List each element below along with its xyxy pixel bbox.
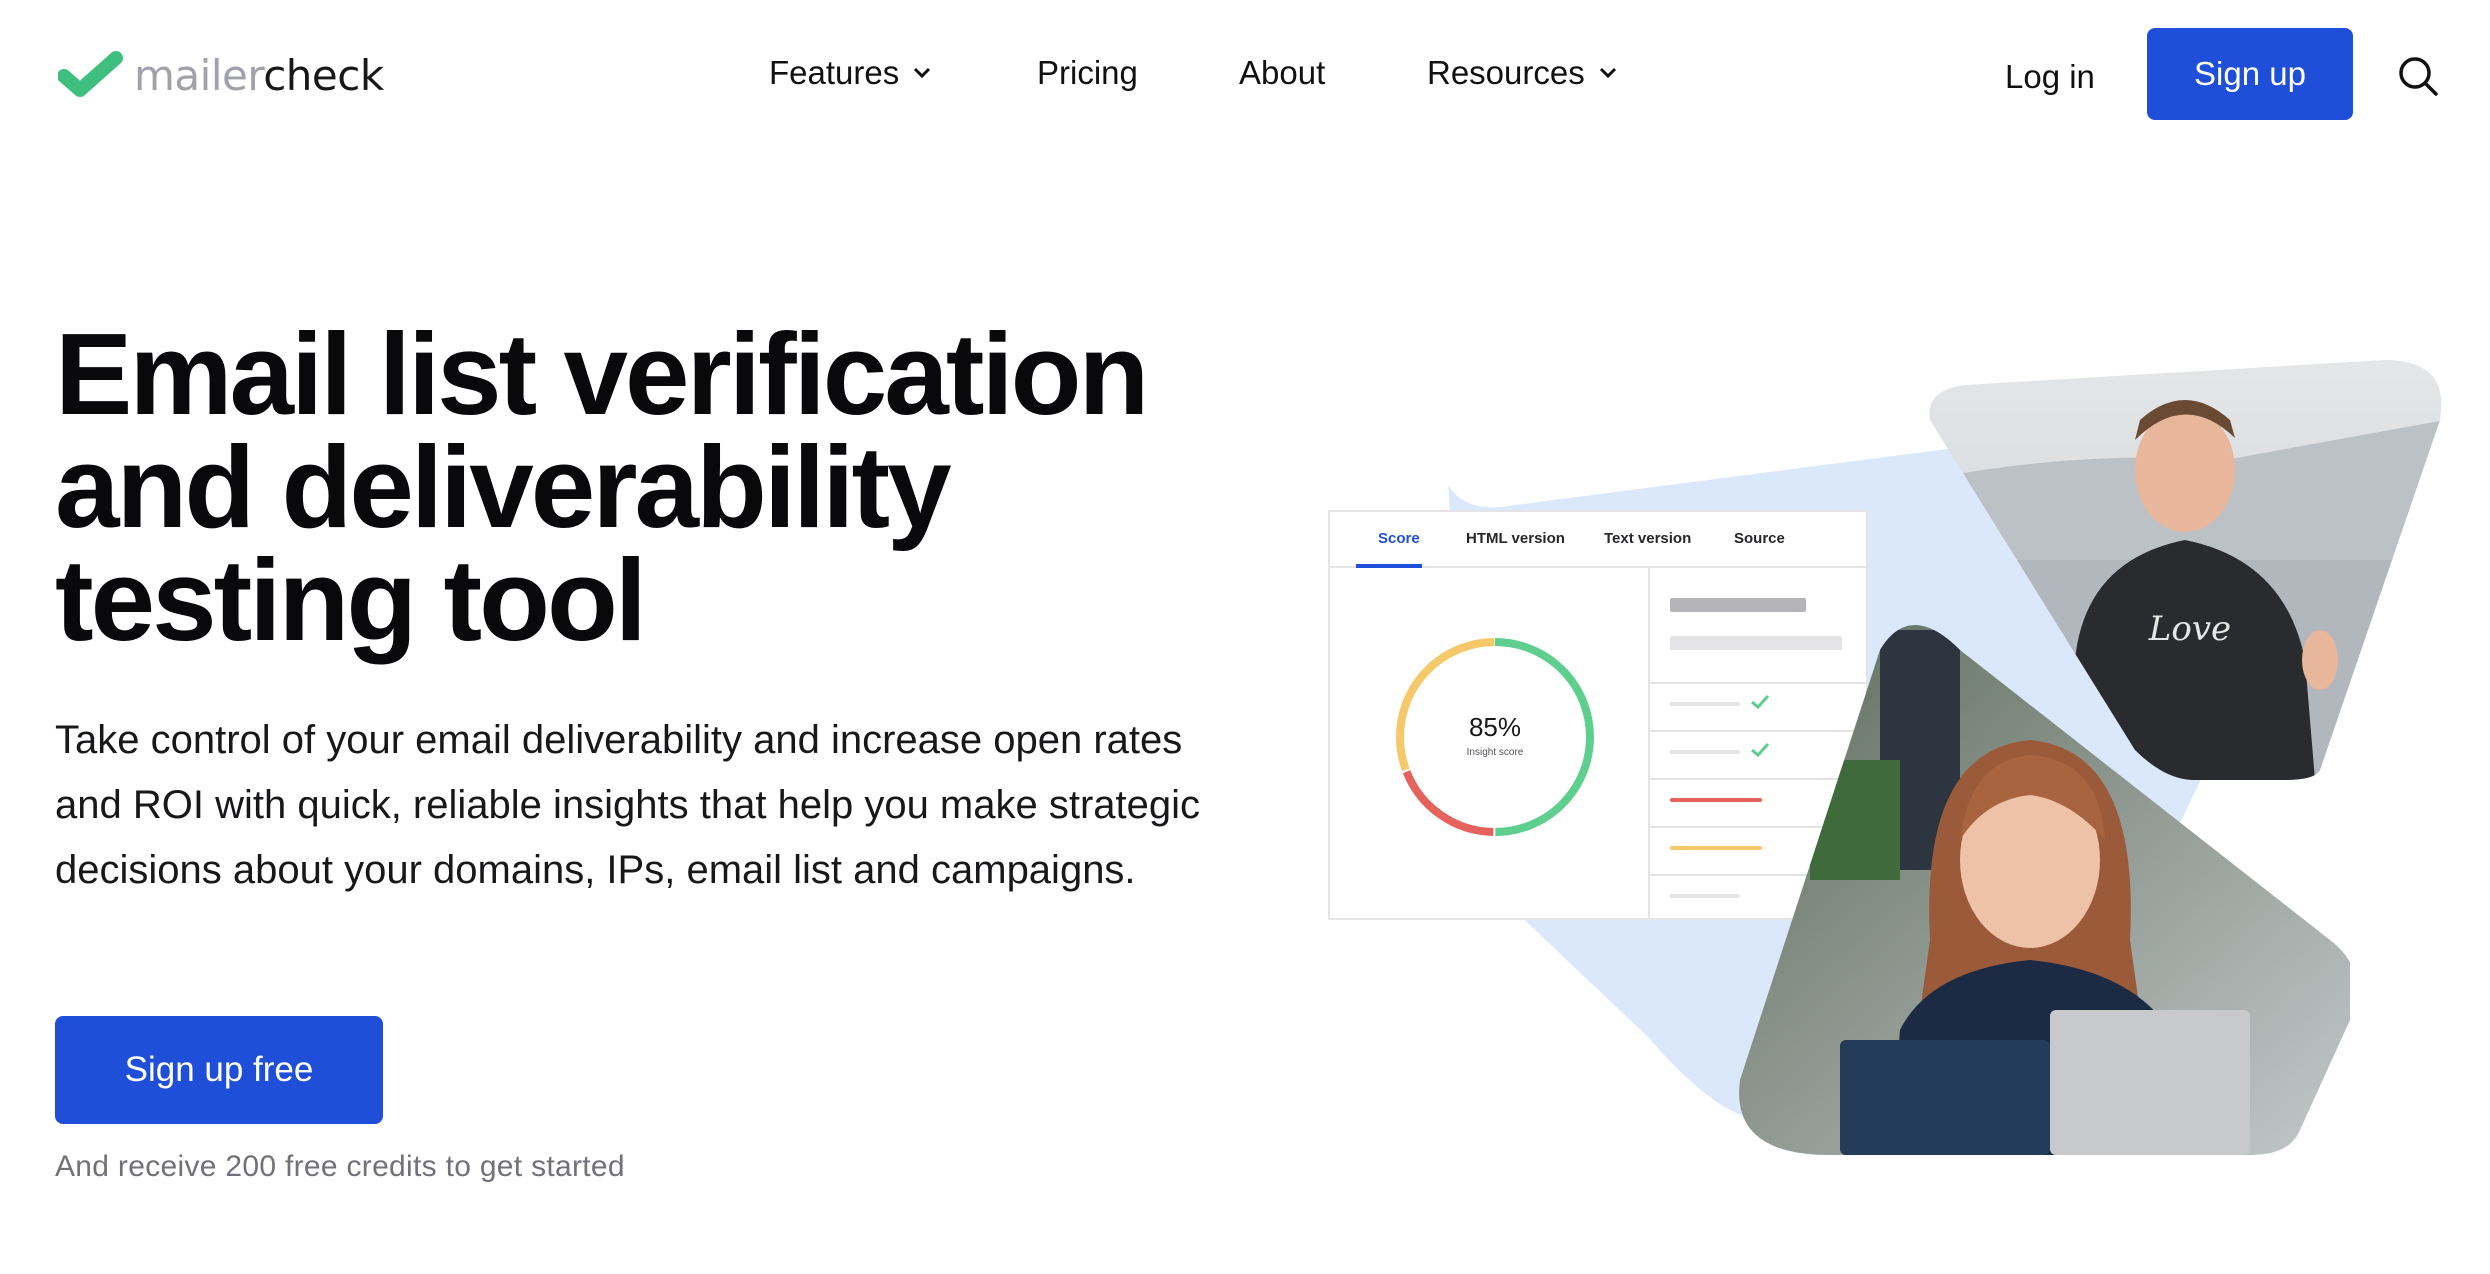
main-nav: Features Pricing About Resources [0,48,2490,98]
nav-label: Pricing [1037,54,1138,91]
card-divider [1648,568,1650,922]
nav-label: Resources [1427,54,1585,91]
hero-title-line: Email list verification [55,309,1149,439]
active-tab-indicator [1356,564,1422,568]
nav-label: Features [769,54,900,91]
hero-description: Take control of your email deliverabilit… [55,718,1201,892]
hero-title-line: testing tool [55,535,647,665]
nav-item-pricing[interactable]: Pricing [1037,48,1138,98]
tab-text-version[interactable]: Text version [1604,530,1691,547]
cta-note: And receive 200 free credits to get star… [55,1150,625,1183]
nav-label: About [1239,54,1326,91]
chevron-down-icon [1599,67,1616,79]
nav-item-features[interactable]: Features [769,48,931,98]
score-label: Insight score [1466,747,1524,758]
hero-title-line: and deliverability [55,422,952,552]
nav-item-about[interactable]: About [1239,48,1325,98]
signup-free-button[interactable]: Sign up free [55,1016,383,1124]
hero-illustration: Score HTML version Text version Source 8… [1320,360,2450,1160]
hero-title: Email list verification and deliverabili… [55,309,1255,665]
tab-html-version[interactable]: HTML version [1466,530,1565,547]
login-link[interactable]: Log in [2005,52,2095,102]
tab-source[interactable]: Source [1734,530,1785,547]
search-icon[interactable] [2397,55,2439,97]
site-header: mailercheck Features Pricing About Resou… [0,0,2490,150]
tab-score[interactable]: Score [1378,530,1420,547]
score-value: 85% [1468,712,1522,742]
score-card-tabs: Score HTML version Text version Source [1330,512,1870,568]
nav-item-resources[interactable]: Resources [1427,48,1617,98]
photo-woman-laptop [1739,625,2350,1155]
signup-button[interactable]: Sign up [2147,28,2353,120]
chevron-down-icon [914,67,931,79]
